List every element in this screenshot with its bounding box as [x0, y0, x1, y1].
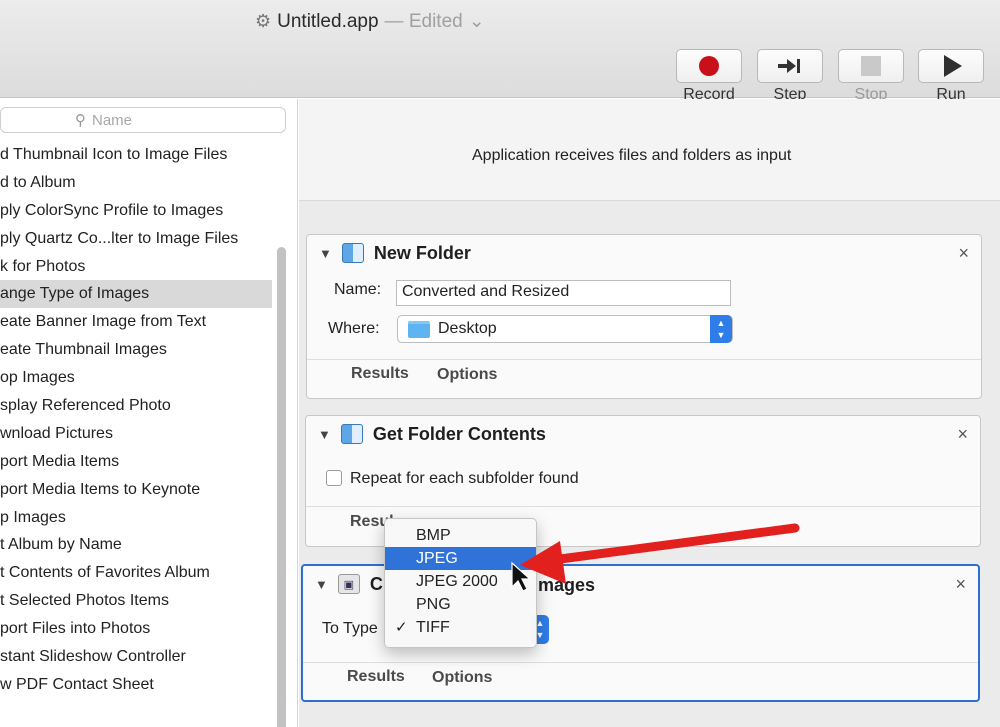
record-icon: [699, 56, 719, 76]
stop-icon: [861, 56, 881, 76]
library-action-item[interactable]: wnload Pictures: [0, 420, 272, 448]
results-tab[interactable]: Results: [351, 365, 409, 383]
repeat-subfolder-label: Repeat for each subfolder found: [350, 470, 579, 487]
close-icon[interactable]: ×: [955, 574, 966, 595]
library-action-item[interactable]: port Files into Photos: [0, 615, 272, 643]
disclosure-triangle-icon[interactable]: ▼: [315, 577, 328, 592]
library-action-item[interactable]: t Selected Photos Items: [0, 587, 272, 615]
get-folder-contents-title: Get Folder Contents: [372, 423, 546, 444]
where-popup[interactable]: Desktop ▲ ▼: [397, 315, 733, 343]
toolbar: ⚙ Untitled.app — Edited ⌄ Record Step St…: [0, 0, 1000, 103]
type-option-jpeg-2000[interactable]: JPEG 2000: [385, 570, 536, 593]
close-icon[interactable]: ×: [958, 243, 969, 264]
library-action-item[interactable]: w PDF Contact Sheet: [0, 671, 272, 699]
finder-icon: [341, 243, 364, 263]
to-type-label: To Type: [322, 620, 378, 637]
type-option-png[interactable]: PNG: [385, 593, 536, 616]
library-action-item[interactable]: splay Referenced Photo: [0, 392, 272, 420]
name-label: Name:: [334, 281, 382, 298]
card-divider: [307, 359, 981, 360]
action-library: ⚲ Name d Thumbnail Icon to Image Files d …: [0, 99, 298, 727]
window-title: ⚙ Untitled.app — Edited ⌄: [255, 10, 485, 33]
search-placeholder: Name: [92, 111, 133, 129]
type-option-jpeg[interactable]: JPEG: [385, 547, 536, 570]
library-scrollbar[interactable]: [275, 247, 289, 727]
library-action-item[interactable]: t Album by Name: [0, 531, 272, 559]
card-divider: [306, 506, 980, 507]
run-button[interactable]: [918, 49, 984, 83]
type-option-label: TIFF: [416, 619, 450, 636]
checkmark-icon: ✓: [395, 619, 408, 636]
stop-button[interactable]: [838, 49, 904, 83]
folder-icon: [408, 320, 430, 338]
type-option-tiff[interactable]: ✓ TIFF: [385, 616, 536, 639]
finder-icon: [340, 424, 363, 444]
library-action-item[interactable]: port Media Items: [0, 448, 272, 476]
type-option-label: BMP: [416, 527, 451, 544]
library-action-item[interactable]: op Images: [0, 364, 272, 392]
window-title-text: Untitled.app: [277, 10, 379, 32]
workflow-input-text: Application receives files and folders a…: [472, 147, 792, 164]
popup-arrows-icon: ▲ ▼: [710, 315, 732, 343]
library-action-item[interactable]: d to Album: [0, 169, 272, 197]
new-folder-header: ▼ New Folder: [307, 235, 471, 271]
type-dropdown-menu: BMP JPEG JPEG 2000 PNG ✓ TIFF: [384, 518, 537, 648]
get-folder-contents-header: ▼ Get Folder Contents: [306, 416, 546, 452]
search-input[interactable]: ⚲ Name: [0, 107, 286, 133]
workflow-input-header: Application receives files and folders a…: [299, 99, 1000, 201]
library-action-item[interactable]: d Thumbnail Icon to Image Files: [0, 141, 272, 169]
search-icon: ⚲: [75, 112, 86, 129]
options-tab[interactable]: Options: [432, 669, 492, 687]
change-type-title-start: C: [369, 573, 383, 594]
library-action-item[interactable]: stant Slideshow Controller: [0, 643, 272, 671]
where-value: Desktop: [438, 320, 497, 337]
folder-name-input[interactable]: Converted and Resized: [396, 280, 731, 306]
close-icon[interactable]: ×: [957, 424, 968, 445]
automator-app-icon: ⚙: [255, 11, 272, 31]
where-label: Where:: [328, 320, 380, 337]
library-action-item[interactable]: ange Type of Images: [0, 280, 272, 309]
repeat-subfolder-checkbox[interactable]: [326, 470, 342, 486]
library-action-item[interactable]: ply Quartz Co...lter to Image Files: [0, 225, 272, 253]
library-action-item[interactable]: port Media Items to Keynote: [0, 476, 272, 504]
record-button[interactable]: [676, 49, 742, 83]
scrollbar-thumb[interactable]: [277, 247, 286, 727]
edited-status[interactable]: — Edited: [385, 11, 463, 33]
step-icon: [778, 59, 800, 73]
change-type-header: ▼ ▣ C: [303, 566, 383, 602]
action-list: d Thumbnail Icon to Image Files d to Albu…: [0, 141, 272, 699]
options-tab[interactable]: Options: [437, 366, 497, 384]
preview-icon: ▣: [337, 574, 360, 594]
library-action-item[interactable]: p Images: [0, 504, 272, 532]
type-option-bmp[interactable]: BMP: [385, 524, 536, 547]
library-action-item[interactable]: t Contents of Favorites Album: [0, 559, 272, 587]
type-option-label: JPEG 2000: [416, 573, 498, 590]
new-folder-title: New Folder: [373, 242, 471, 263]
library-action-item[interactable]: eate Thumbnail Images: [0, 336, 272, 364]
library-action-item[interactable]: k for Photos: [0, 253, 272, 281]
new-folder-action[interactable]: ▼ New Folder × Name: Converted and Resiz…: [306, 234, 982, 399]
card-divider: [303, 662, 978, 663]
change-type-title-end: mages: [538, 575, 596, 595]
disclosure-triangle-icon[interactable]: ▼: [319, 246, 332, 261]
type-option-label: PNG: [416, 596, 451, 613]
step-button[interactable]: [757, 49, 823, 83]
run-icon: [944, 55, 962, 77]
chevron-down-icon[interactable]: ⌄: [469, 10, 485, 33]
disclosure-triangle-icon[interactable]: ▼: [318, 427, 331, 442]
library-action-item[interactable]: ply ColorSync Profile to Images: [0, 197, 272, 225]
results-tab[interactable]: Results: [347, 668, 405, 686]
library-action-item[interactable]: eate Banner Image from Text: [0, 308, 272, 336]
automator-window: ⚙ Untitled.app — Edited ⌄ Record Step St…: [0, 0, 1000, 727]
type-option-label: JPEG: [416, 550, 458, 567]
